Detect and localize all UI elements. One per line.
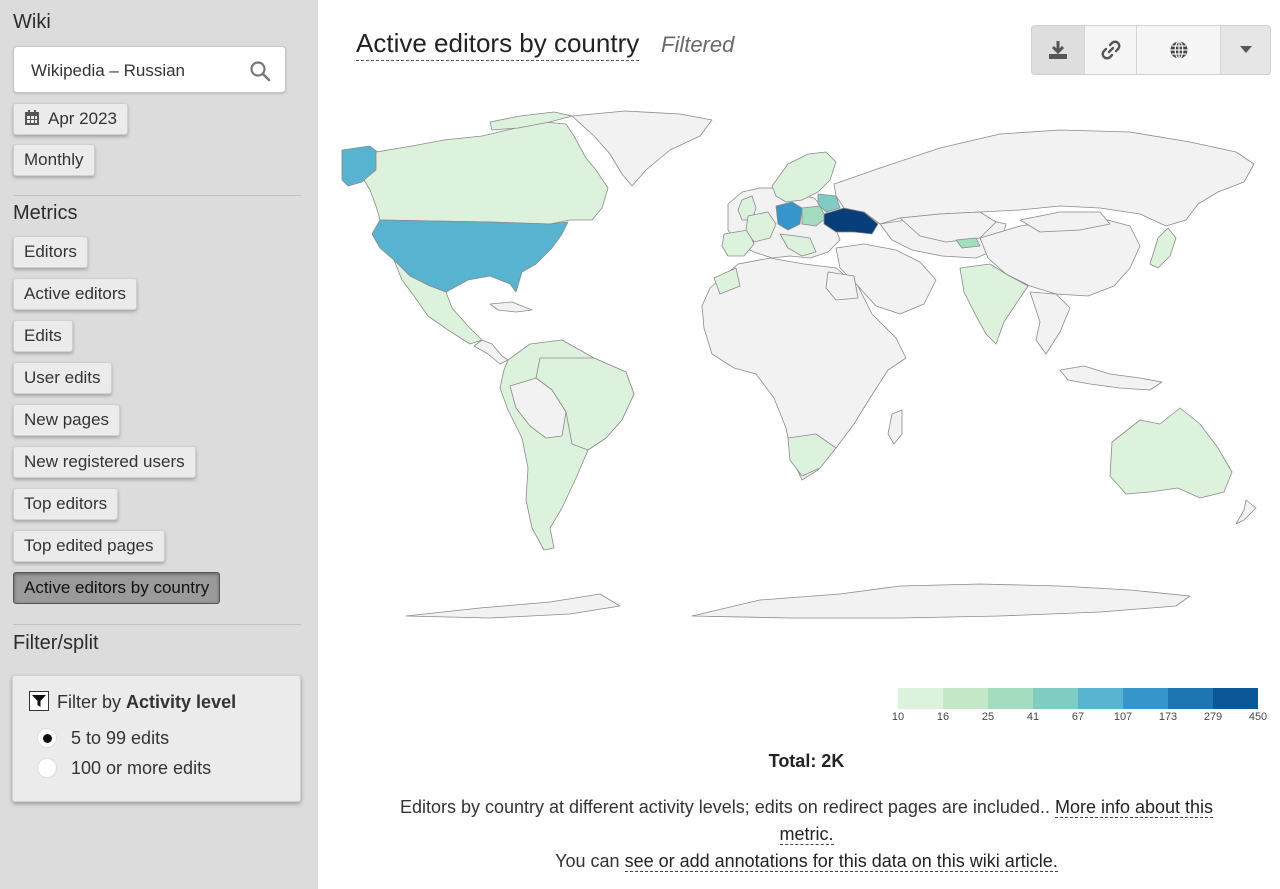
legend-swatch [1033,688,1078,709]
annotations-prefix: You can [555,851,620,871]
world-choropleth-map[interactable] [340,108,1260,623]
legend-swatch [1168,688,1213,709]
map-view-button[interactable] [1137,26,1221,74]
total-count: Total: 2K [768,751,845,771]
radio-button[interactable] [37,758,57,778]
region-central-america[interactable] [473,339,509,365]
filter-panel: Filter by Activity level 5 to 99 edits 1… [12,675,301,802]
search-icon[interactable] [249,60,271,82]
country-new-zealand[interactable] [1235,499,1257,525]
link-icon [1101,40,1120,60]
legend-tick: 41 [1026,711,1040,723]
radio-button[interactable] [37,728,57,748]
metric-button[interactable]: New registered users [13,446,196,478]
wiki-heading: Wiki [13,11,51,33]
calendar-icon [25,110,39,125]
legend-tick: 107 [1113,711,1133,723]
page-title[interactable]: Active editors by country [356,28,640,61]
region-antarctica-east[interactable] [691,583,1191,619]
country-australia[interactable] [1109,407,1233,499]
chart-toolbar [1031,25,1271,75]
radio-option-5-to-99[interactable]: 5 to 99 edits [37,728,169,749]
metric-button[interactable]: Active editors by country [13,572,221,604]
filter-dimension: Activity level [126,692,237,712]
caret-down-icon [1239,46,1252,53]
legend-tick: 10 [891,711,905,723]
metric-button[interactable]: Editors [13,236,88,268]
legend-swatch [1123,688,1168,709]
country-canada[interactable] [363,121,609,225]
annotations-link[interactable]: see or add annotations for this data on … [624,851,1058,872]
region-caribbean[interactable] [489,301,533,313]
filter-heading: Filter/split [13,632,99,654]
globe-icon [1170,40,1187,60]
sidebar-divider [13,195,301,196]
region-scandinavia[interactable] [771,151,837,203]
legend-swatch [943,688,988,709]
date-label: Apr 2023 [48,109,117,128]
chart-type-dropdown[interactable] [1221,26,1270,74]
radio-label: 5 to 99 edits [71,728,170,748]
legend-bar [898,688,1258,709]
region-indonesia[interactable] [1059,365,1163,391]
legend-ticks: 10 16 25 41 67 107 173 279 450 [892,711,1267,727]
legend-tick: 279 [1203,711,1223,723]
radio-option-100-plus[interactable]: 100 or more edits [37,758,211,779]
country-japan[interactable] [1149,227,1177,269]
metric-button[interactable]: Edits [13,320,73,352]
sidebar-divider [13,624,301,625]
radio-label: 100 or more edits [71,758,212,778]
date-button[interactable]: Apr 2023 [13,103,128,135]
legend-swatch [1078,688,1123,709]
legend-swatch [1213,688,1258,709]
description-text: Editors by country at different activity… [399,797,1050,817]
country-united-states[interactable] [371,219,569,293]
metric-button[interactable]: Top editors [13,488,119,520]
wiki-search-input[interactable]: Wikipedia – Russian [13,46,286,93]
color-scale-legend: 10 16 25 41 67 107 173 279 450 [892,688,1267,727]
filter-title: Filter by Activity level [29,691,236,713]
metric-button[interactable]: User edits [13,362,112,394]
filtered-indicator: Filtered [661,32,735,57]
download-button[interactable] [1032,26,1085,74]
legend-tick: 67 [1071,711,1085,723]
legend-tick: 173 [1158,711,1178,723]
download-icon [1049,41,1067,59]
region-antarctica[interactable] [405,593,621,619]
main-content: Active editors by country Filtered 10 16… [318,0,1280,889]
filter-icon [29,691,49,711]
legend-swatch [988,688,1033,709]
granularity-button[interactable]: Monthly [13,144,95,176]
country-madagascar[interactable] [887,409,903,445]
metric-button[interactable]: Top edited pages [13,530,165,562]
country-russia[interactable] [833,129,1255,227]
legend-swatch [898,688,943,709]
legend-tick: 16 [936,711,950,723]
filter-prefix: Filter by [57,692,122,712]
wiki-search-value: Wikipedia – Russian [31,61,186,80]
metric-button[interactable]: New pages [13,404,121,436]
legend-tick: 450 [1248,711,1268,723]
metric-description: Editors by country at different activity… [378,794,1235,875]
metrics-heading: Metrics [13,202,78,224]
metric-button[interactable]: Active editors [13,278,138,310]
link-button[interactable] [1085,26,1137,74]
sidebar: Wiki Wikipedia – Russian Apr 2023 Monthl… [0,0,318,889]
legend-tick: 25 [981,711,995,723]
region-southeast-asia[interactable] [1029,291,1071,355]
